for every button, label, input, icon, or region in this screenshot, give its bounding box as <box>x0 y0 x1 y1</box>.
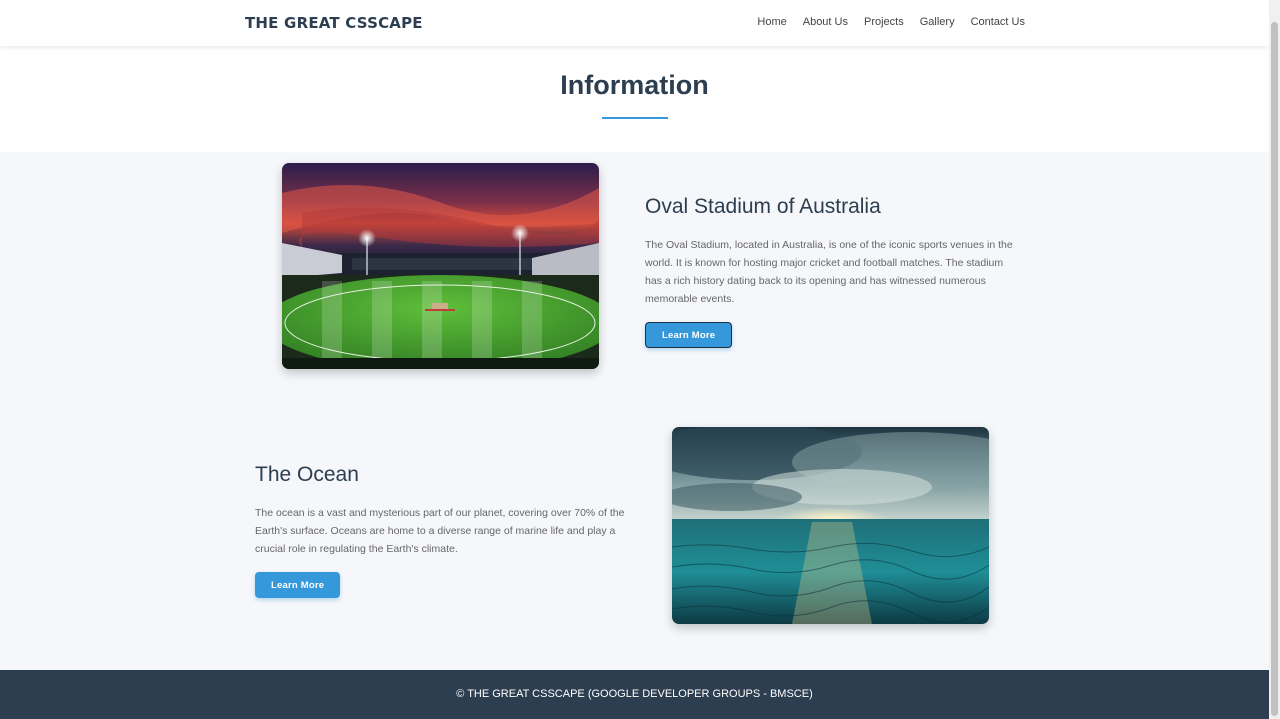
card-title-ocean: The Ocean <box>255 463 359 486</box>
title-underline <box>602 117 668 119</box>
section-title: Information <box>560 70 709 100</box>
nav-contact-us[interactable]: Contact Us <box>971 16 1025 28</box>
nav-home[interactable]: Home <box>757 16 786 28</box>
card-text-stadium: The Oval Stadium, located in Australia, … <box>645 239 1013 305</box>
page: THE GREAT CSSCAPE Home About Us Projects… <box>0 0 1269 719</box>
main-nav: Home About Us Projects Gallery Contact U… <box>757 16 1025 28</box>
nav-about-us[interactable]: About Us <box>803 16 848 28</box>
page-scrollbar[interactable] <box>1269 0 1280 719</box>
nav-projects[interactable]: Projects <box>864 16 904 28</box>
site-header: THE GREAT CSSCAPE Home About Us Projects… <box>0 0 1269 46</box>
learn-more-button-stadium[interactable]: Learn More <box>645 322 733 348</box>
nav-gallery[interactable]: Gallery <box>920 16 955 28</box>
card-title-stadium: Oval Stadium of Australia <box>645 195 881 218</box>
card-text-ocean: The ocean is a vast and mysterious part … <box>255 507 625 555</box>
stadium-image <box>282 163 599 369</box>
site-footer: © THE GREAT CSSCAPE (GOOGLE DEVELOPER GR… <box>0 670 1269 719</box>
ocean-image <box>672 427 989 624</box>
brand-logo-text[interactable]: THE GREAT CSSCAPE <box>245 14 423 32</box>
content-band <box>0 152 1269 670</box>
footer-copyright: © THE GREAT CSSCAPE (GOOGLE DEVELOPER GR… <box>456 688 813 700</box>
scrollbar-thumb[interactable] <box>1271 22 1278 716</box>
learn-more-button-ocean[interactable]: Learn More <box>255 572 341 598</box>
